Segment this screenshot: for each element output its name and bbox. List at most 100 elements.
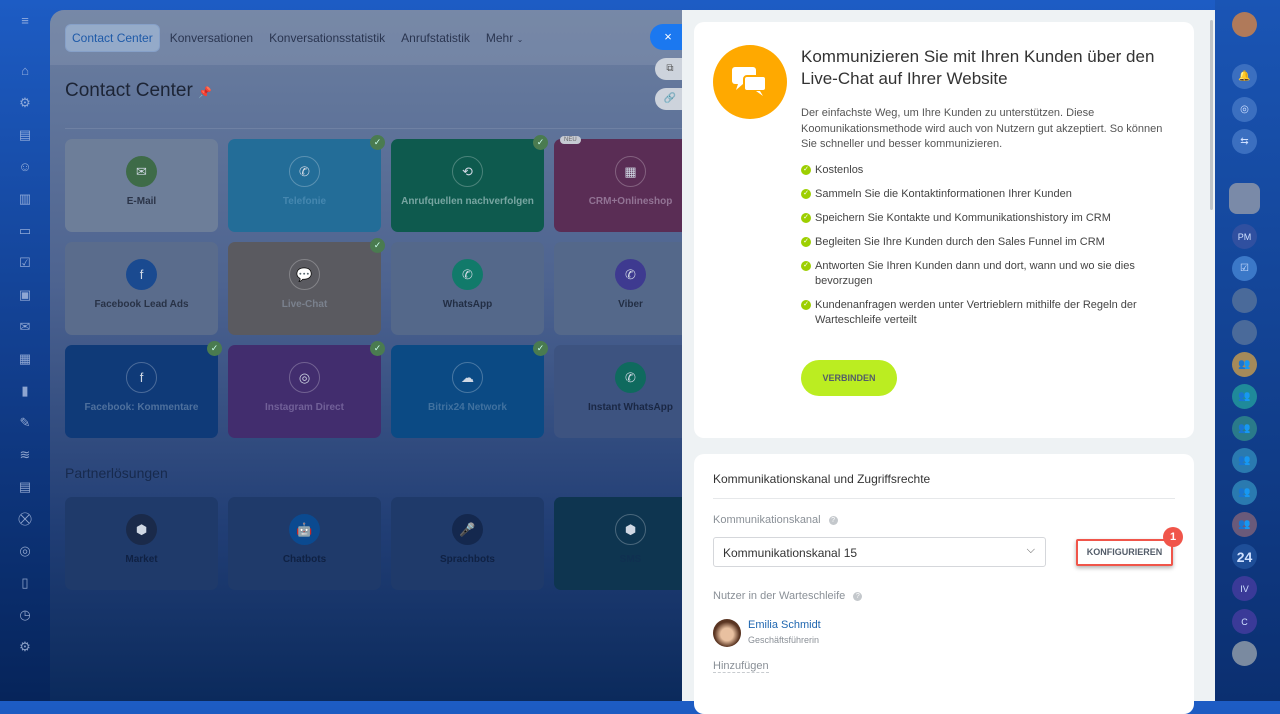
checklist-icon[interactable]: ☑ <box>17 256 33 270</box>
channel-label: Market <box>125 554 158 565</box>
bitrix24-chat[interactable]: 24 <box>1232 544 1257 569</box>
settings-icon[interactable]: ⚙ <box>17 640 33 654</box>
channel-label: Facebook: Kommentare <box>84 402 199 413</box>
shop-icon[interactable]: ⛒ <box>17 512 33 526</box>
channel-label: Kommunikationskanal? <box>713 514 838 526</box>
invoice-icon[interactable]: ▤ <box>17 480 33 494</box>
file-icon[interactable]: ▯ <box>17 576 33 590</box>
group-chat[interactable]: 👥 <box>1232 448 1257 473</box>
group-chat[interactable]: 👥 <box>1232 512 1257 537</box>
group-chat[interactable] <box>1232 288 1257 313</box>
chat-icon[interactable]: ⇆ <box>1232 129 1257 154</box>
channel-tile[interactable]: f Facebook: Kommentare ✓ <box>65 341 222 438</box>
channel-tile[interactable]: ✆ Viber <box>554 242 690 335</box>
channel-label-text: Kommunikationskanal <box>713 514 821 526</box>
documents-icon[interactable]: ▥ <box>17 192 33 206</box>
check-icon: ✓ <box>801 237 811 247</box>
check-icon: ✓ <box>533 341 548 356</box>
live-chat-slider: Kommunizieren Sie mit Ihren Kunden über … <box>682 10 1215 714</box>
calendar-icon[interactable]: ▦ <box>17 352 33 366</box>
clock-icon[interactable]: ◷ <box>17 608 33 622</box>
group-chat[interactable]: 👥 <box>1232 352 1257 377</box>
chat-c[interactable]: C <box>1232 609 1257 634</box>
tasks-icon[interactable]: ▤ <box>17 128 33 142</box>
channel-tile[interactable]: ⟲ Anrufquellen nachverfolgen ✓ <box>391 135 548 232</box>
analytics-icon[interactable]: ▮ <box>17 384 33 398</box>
tasks-chat[interactable]: ☑ <box>1232 256 1257 281</box>
channel-tile[interactable]: ✆ Telefonie ✓ <box>228 135 385 232</box>
check-icon: ✓ <box>801 300 811 310</box>
channel-tile[interactable]: ✆ WhatsApp <box>391 242 544 335</box>
filter-icon[interactable]: ≋ <box>17 448 33 462</box>
user-name-link[interactable]: Emilia Schmidt <box>748 619 821 631</box>
channel-tile[interactable]: 🤖 Chatbots <box>228 497 381 590</box>
menu-icon[interactable]: ≡ <box>17 14 33 28</box>
channel-tile[interactable]: ✆ Instant WhatsApp <box>554 345 690 438</box>
open-new-window-button[interactable]: ⧉ <box>655 58 685 80</box>
id-card-icon[interactable]: ▣ <box>17 288 33 302</box>
help-icon[interactable]: ? <box>828 516 838 525</box>
help-icon[interactable]: ? <box>853 592 863 601</box>
contact-avatar[interactable] <box>1232 641 1257 666</box>
channel-label: E-Mail <box>126 196 157 207</box>
copy-link-button[interactable]: 🔗 <box>655 88 685 110</box>
channel-tile[interactable]: f Facebook Lead Ads <box>65 242 218 335</box>
feature-item: ✓ Speichern Sie Kontakte und Kommunikatio… <box>801 211 1171 226</box>
page-title: Contact Center 📌 <box>65 80 212 102</box>
connect-button[interactable]: VERBINDEN <box>801 360 897 396</box>
channel-label: Instant WhatsApp <box>588 402 673 413</box>
channel-icon: ✆ <box>615 259 646 290</box>
configure-button[interactable]: KONFIGURIEREN <box>1076 539 1173 566</box>
new-badge: NEU <box>560 136 581 144</box>
home-icon[interactable]: ⌂ <box>17 64 33 78</box>
scrollbar[interactable] <box>1210 20 1213 210</box>
user-avatar[interactable] <box>1232 12 1257 37</box>
feature-item: ✓ Begleiten Sie Ihre Kunden durch den Sal… <box>801 235 1171 250</box>
channel-tile[interactable]: ◎ Instagram Direct ✓ <box>228 341 385 438</box>
channel-label: Anrufquellen nachverfolgen <box>401 196 534 207</box>
live-chat-icon <box>713 45 787 119</box>
contact-avatar[interactable] <box>1229 183 1260 214</box>
target-icon[interactable]: ◎ <box>17 544 33 558</box>
chat-iv[interactable]: IV <box>1232 576 1257 601</box>
channel-tile[interactable]: ⬢ SMS <box>554 497 690 590</box>
channel-icon: 🎤 <box>452 514 483 545</box>
check-icon: ✓ <box>207 341 222 356</box>
tab-mehr[interactable]: Mehr ⌄ <box>480 25 529 51</box>
channel-tile[interactable]: ☁ Bitrix24 Network ✓ <box>391 341 548 438</box>
tab-konversationen[interactable]: Konversationen <box>164 25 259 51</box>
channel-tile[interactable]: ⬢ Market <box>65 497 218 590</box>
channel-icon: f <box>126 259 157 290</box>
close-slider-button[interactable]: × <box>650 24 686 50</box>
notifications-icon[interactable]: 🔔 <box>1232 64 1257 89</box>
channel-label: CRM+Onlineshop <box>588 196 673 207</box>
group-chat[interactable]: 👥 <box>1232 384 1257 409</box>
contacts-icon[interactable]: ☺ <box>17 160 33 174</box>
channel-select[interactable]: Kommunikationskanal 15 ⌵ <box>713 537 1046 567</box>
check-icon: ✓ <box>370 341 385 356</box>
channel-tile[interactable]: 💬 Live-Chat ✓ <box>228 238 385 335</box>
feed-icon[interactable]: ⚙ <box>17 96 33 110</box>
chat-pm[interactable]: PM <box>1232 224 1257 249</box>
channel-tile[interactable]: ▦ CRM+Onlineshop NEU <box>554 136 690 232</box>
tab-mehr-label: Mehr <box>485 30 514 45</box>
channel-tile[interactable]: ✉ E-Mail <box>65 139 218 232</box>
channel-icon: ✆ <box>615 362 646 393</box>
group-chat[interactable] <box>1232 320 1257 345</box>
divider <box>713 498 1175 499</box>
feature-item: ✓ Sammeln Sie die Kontaktinformationen Ih… <box>801 187 1171 202</box>
group-chat[interactable]: 👥 <box>1232 416 1257 441</box>
pin-icon[interactable]: 📌 <box>198 87 212 99</box>
channel-tile[interactable]: 🎤 Sprachbots <box>391 497 544 590</box>
add-user-link[interactable]: Hinzufügen <box>713 660 769 673</box>
drive-icon[interactable]: ▭ <box>17 224 33 238</box>
group-chat[interactable]: 👥 <box>1232 480 1257 505</box>
tab-contact-center[interactable]: Contact Center <box>65 23 160 52</box>
activity-icon[interactable]: ◎ <box>1232 97 1257 122</box>
check-icon: ✓ <box>801 165 811 175</box>
tab-anrufstatistik[interactable]: Anrufstatistik <box>395 25 476 51</box>
mail-icon[interactable]: ✉ <box>17 320 33 334</box>
signature-icon[interactable]: ✎ <box>17 416 33 430</box>
tab-konversationsstatistik[interactable]: Konversationsstatistik <box>263 25 391 51</box>
chevron-down-icon: ⌵ <box>1026 544 1035 556</box>
